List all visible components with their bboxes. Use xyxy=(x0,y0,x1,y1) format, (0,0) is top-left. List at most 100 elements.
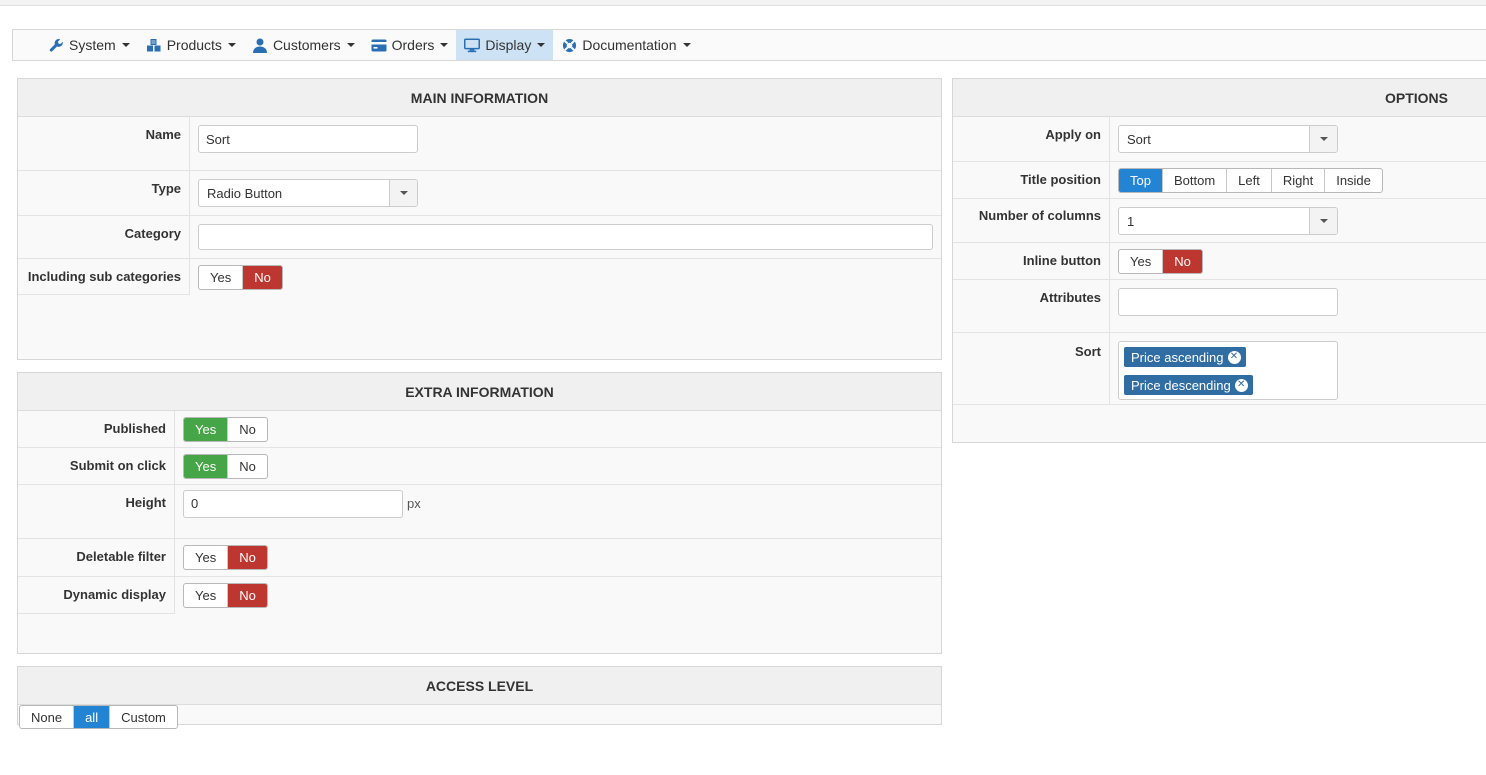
dynamic-no-button[interactable]: No xyxy=(228,584,267,607)
name-input[interactable]: Sort xyxy=(198,125,418,153)
deletable-row: Deletable filter Yes No xyxy=(18,539,941,577)
nav-display-label: Display xyxy=(485,37,532,53)
chevron-down-icon xyxy=(537,43,546,47)
title-position-label: Title position xyxy=(953,162,1110,198)
dynamic-toggle: Yes No xyxy=(183,583,268,608)
inline-yes-button[interactable]: Yes xyxy=(1119,250,1164,273)
access-custom-button[interactable]: Custom xyxy=(110,706,177,728)
sort-tag-label: Price ascending xyxy=(1131,349,1224,365)
main-information-panel: MAIN INFORMATION Name Sort Type Radio Bu… xyxy=(17,78,942,360)
attributes-input[interactable] xyxy=(1118,288,1338,316)
height-input[interactable]: 0 xyxy=(183,489,403,518)
options-title: OPTIONS xyxy=(953,79,1486,117)
sort-tag-label: Price descending xyxy=(1131,377,1231,393)
options-panel: OPTIONS Apply on Sort Title position Top… xyxy=(952,78,1486,443)
published-no-button[interactable]: No xyxy=(228,418,267,441)
remove-tag-icon[interactable]: ✕ xyxy=(1234,378,1248,392)
name-label: Name xyxy=(18,117,190,170)
type-label: Type xyxy=(18,171,190,215)
nav-system[interactable]: System xyxy=(40,30,138,60)
published-label: Published xyxy=(18,411,175,447)
type-select[interactable]: Radio Button xyxy=(198,179,418,207)
position-inside-button[interactable]: Inside xyxy=(1325,169,1382,192)
sort-tag: Price descending ✕ xyxy=(1124,375,1253,395)
chevron-down-icon xyxy=(346,43,355,47)
columns-label: Number of columns xyxy=(953,199,1110,242)
deletable-toggle: Yes No xyxy=(183,545,268,570)
nav-orders[interactable]: Orders xyxy=(363,30,457,60)
type-row: Type Radio Button xyxy=(18,171,941,216)
nav-products-label: Products xyxy=(166,37,222,53)
height-unit: px xyxy=(407,496,421,511)
dynamic-label: Dynamic display xyxy=(18,577,175,614)
subcategories-row: Including sub categories Yes No xyxy=(18,259,941,295)
cubes-icon xyxy=(146,37,162,53)
submit-label: Submit on click xyxy=(18,448,175,484)
apply-on-select[interactable]: Sort xyxy=(1118,125,1338,153)
top-strip xyxy=(0,0,1486,6)
deletable-label: Deletable filter xyxy=(18,539,175,576)
access-all-button[interactable]: all xyxy=(74,706,111,728)
height-label: Height xyxy=(18,485,175,538)
nav-system-label: System xyxy=(69,37,116,53)
attributes-row: Attributes xyxy=(953,280,1486,333)
submit-no-button[interactable]: No xyxy=(228,455,267,478)
deletable-yes-button[interactable]: Yes xyxy=(184,546,229,569)
monitor-icon xyxy=(464,37,481,53)
type-select-value: Radio Button xyxy=(207,185,283,201)
nav-customers[interactable]: Customers xyxy=(244,30,363,60)
sort-tags-input[interactable]: Price ascending ✕ Price descending ✕ xyxy=(1118,341,1338,400)
submit-toggle: Yes No xyxy=(183,454,268,479)
wrench-icon xyxy=(48,37,64,53)
sort-label: Sort xyxy=(953,333,1110,404)
remove-tag-icon[interactable]: ✕ xyxy=(1227,350,1241,364)
position-right-button[interactable]: Right xyxy=(1272,169,1326,192)
credit-card-icon xyxy=(371,37,387,53)
position-left-button[interactable]: Left xyxy=(1227,169,1272,192)
chevron-down-icon xyxy=(440,43,449,47)
dynamic-row: Dynamic display Yes No xyxy=(18,577,941,614)
category-label: Category xyxy=(18,216,190,258)
access-level-toggle: None all Custom xyxy=(19,705,178,729)
columns-row: Number of columns 1 xyxy=(953,199,1486,243)
published-yes-button[interactable]: Yes xyxy=(184,418,229,441)
deletable-no-button[interactable]: No xyxy=(228,546,267,569)
extra-information-title: EXTRA INFORMATION xyxy=(18,373,941,411)
subcategories-yes-button[interactable]: Yes xyxy=(199,266,244,289)
apply-on-value: Sort xyxy=(1127,131,1151,147)
nav-customers-label: Customers xyxy=(272,37,341,53)
published-toggle: Yes No xyxy=(183,417,268,442)
category-input[interactable] xyxy=(198,224,933,250)
sort-tag: Price ascending ✕ xyxy=(1124,347,1246,367)
access-level-panel: ACCESS LEVEL None all Custom xyxy=(17,666,942,729)
access-none-button[interactable]: None xyxy=(20,706,75,728)
title-position-toggle: Top Bottom Left Right Inside xyxy=(1118,168,1383,193)
published-row: Published Yes No xyxy=(18,411,941,448)
chevron-down-icon xyxy=(682,43,691,47)
attributes-label: Attributes xyxy=(953,280,1110,332)
submit-yes-button[interactable]: Yes xyxy=(184,455,229,478)
chevron-down-icon xyxy=(1309,126,1337,152)
chevron-down-icon xyxy=(121,43,130,47)
inline-button-label: Inline button xyxy=(953,243,1110,279)
access-level-title: ACCESS LEVEL xyxy=(18,667,941,705)
lifebuoy-icon xyxy=(561,37,577,53)
name-row: Name Sort xyxy=(18,117,941,171)
nav-display[interactable]: Display xyxy=(456,30,554,60)
subcategories-toggle: Yes No xyxy=(198,265,283,290)
dynamic-yes-button[interactable]: Yes xyxy=(184,584,229,607)
position-top-button[interactable]: Top xyxy=(1119,169,1163,192)
sort-row: Sort Price ascending ✕ Price descending … xyxy=(953,333,1486,405)
nav-products[interactable]: Products xyxy=(138,30,244,60)
position-bottom-button[interactable]: Bottom xyxy=(1163,169,1228,192)
subcategories-no-button[interactable]: No xyxy=(243,266,282,289)
chevron-down-icon xyxy=(1309,208,1337,234)
columns-select[interactable]: 1 xyxy=(1118,207,1338,235)
chevron-down-icon xyxy=(389,180,417,206)
inline-no-button[interactable]: No xyxy=(1163,250,1202,273)
main-navbar: System Products Customers Orders Display xyxy=(12,29,1486,61)
chevron-down-icon xyxy=(227,43,236,47)
height-row: Height 0 px xyxy=(18,485,941,539)
nav-documentation[interactable]: Documentation xyxy=(553,30,698,60)
apply-on-label: Apply on xyxy=(953,117,1110,161)
